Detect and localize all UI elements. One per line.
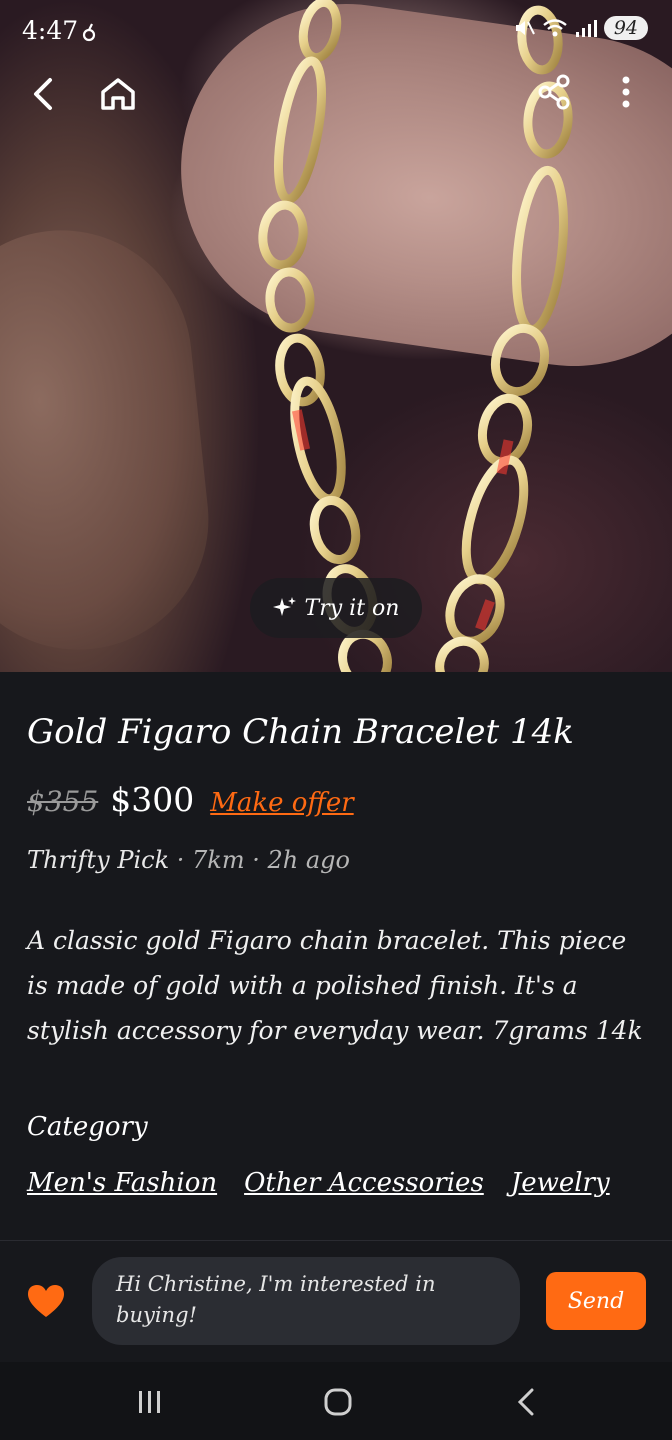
original-price: $355 — [27, 785, 99, 818]
category-links: Men's Fashion Other Accessories Jewelry — [27, 1168, 610, 1198]
current-price: $300 — [110, 780, 195, 819]
product-image[interactable]: 4:47 94 Try it on — [0, 0, 672, 672]
try-it-on-button[interactable]: Try it on — [250, 578, 422, 638]
listing-description: A classic gold Figaro chain bracelet. Th… — [27, 926, 643, 1045]
mute-icon — [515, 21, 535, 35]
listing-title: Gold Figaro Chain Bracelet 14k — [27, 712, 574, 752]
sparkle-icon — [272, 597, 296, 616]
message-input[interactable]: Hi Christine, I'm interested in buying! — [92, 1257, 520, 1345]
heart-icon[interactable] — [26, 1283, 66, 1319]
make-offer-link[interactable]: Make offer — [210, 788, 353, 818]
home-icon[interactable] — [94, 70, 142, 118]
status-time: 4:47 — [22, 16, 79, 45]
posted-time: · 2h ago — [244, 846, 350, 874]
system-nav-bar — [0, 1362, 672, 1440]
status-bar: 4:47 94 — [0, 0, 672, 62]
try-it-on-label: Try it on — [304, 595, 400, 621]
listing-distance: · 7km — [169, 846, 245, 874]
seller-name[interactable]: Thrifty Pick — [27, 846, 169, 874]
divider — [0, 1240, 672, 1241]
send-button[interactable]: Send — [546, 1272, 646, 1330]
signal-icon — [575, 20, 597, 37]
battery-indicator: 94 — [603, 16, 648, 40]
notification-icon — [82, 23, 96, 42]
wifi-icon — [543, 19, 567, 37]
status-indicators: 94 — [514, 16, 648, 40]
more-icon[interactable] — [602, 68, 650, 116]
back-icon[interactable] — [20, 70, 68, 118]
home-circle-icon[interactable] — [316, 1380, 360, 1424]
category-link-other-accessories[interactable]: Other Accessories — [244, 1168, 484, 1198]
category-heading: Category — [27, 1112, 148, 1142]
recent-apps-icon[interactable] — [128, 1380, 172, 1424]
category-link-mens-fashion[interactable]: Men's Fashion — [27, 1168, 217, 1198]
price-row: $355 $300 Make offer — [27, 780, 354, 819]
listing-meta: Thrifty Pick · 7km · 2h ago — [27, 846, 350, 874]
nav-back-icon[interactable] — [504, 1380, 548, 1424]
share-icon[interactable] — [530, 68, 578, 116]
category-link-jewelry[interactable]: Jewelry — [511, 1168, 610, 1198]
